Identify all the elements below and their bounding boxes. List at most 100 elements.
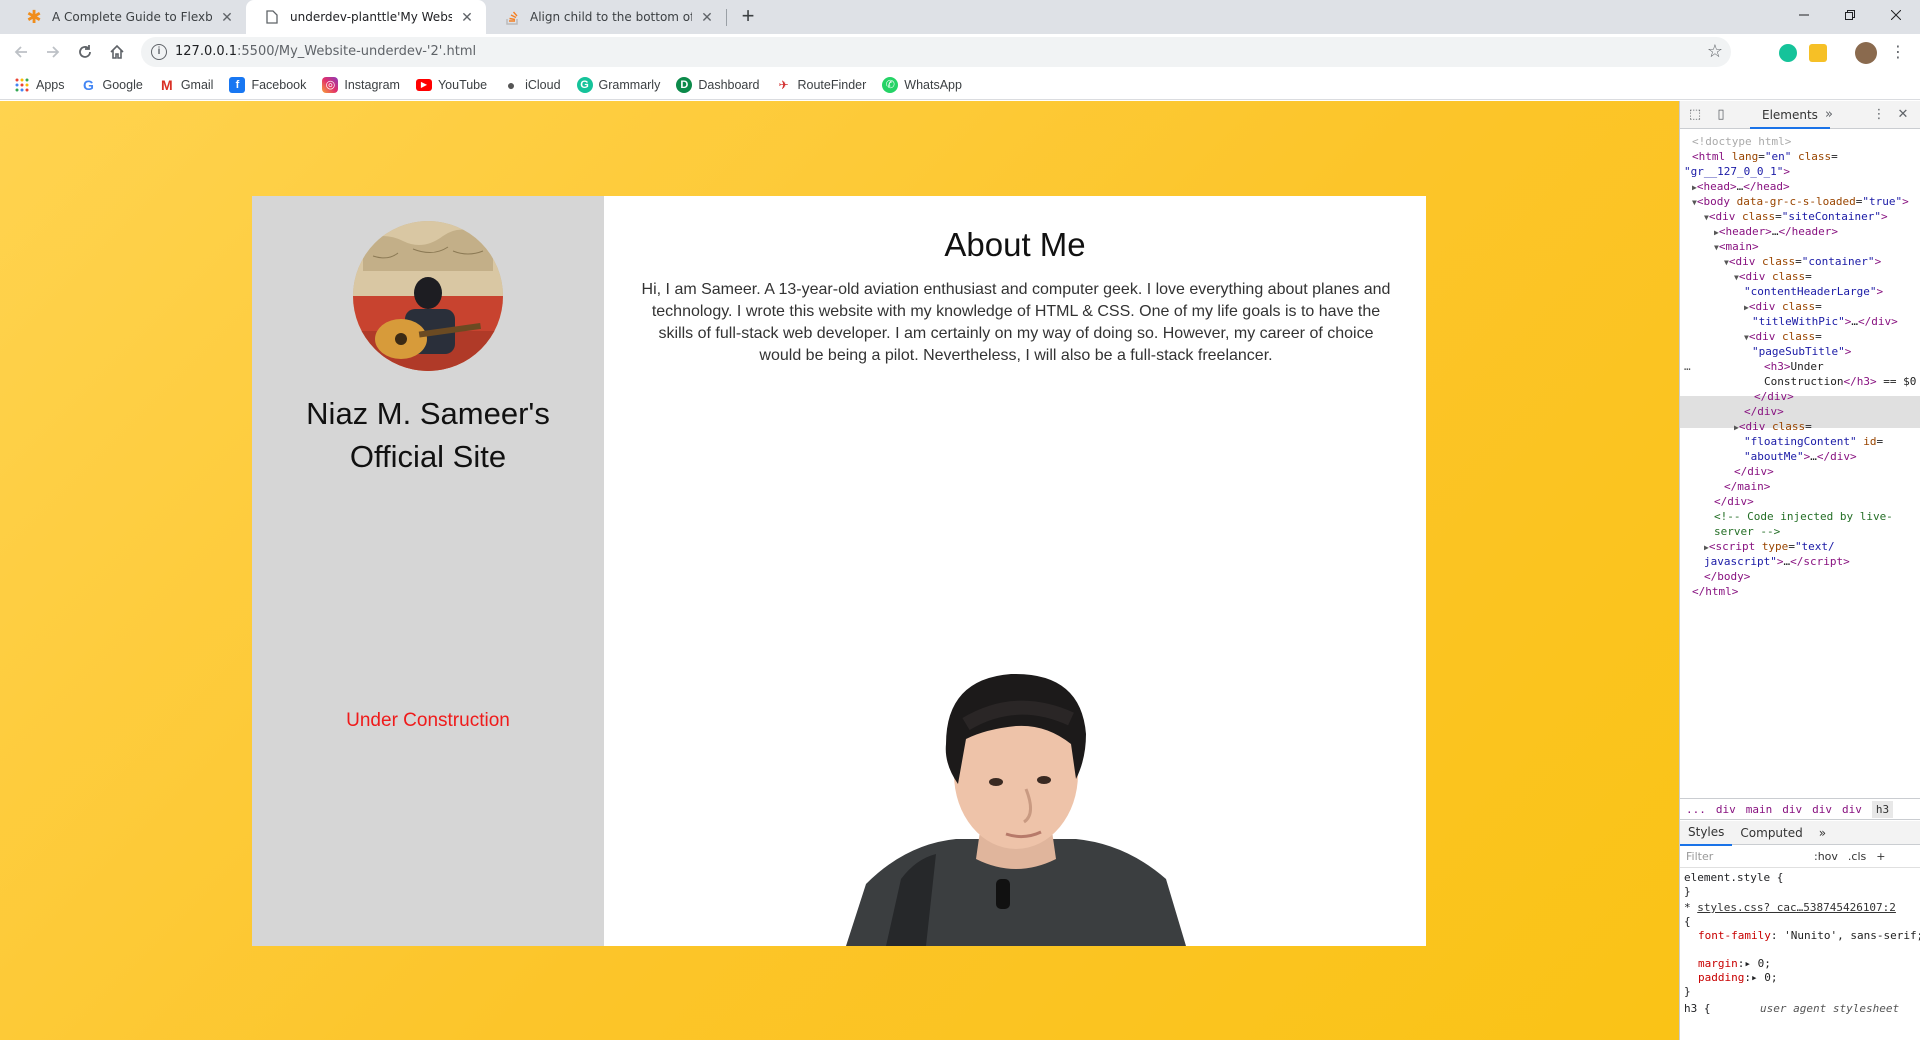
url-text[interactable]: 127.0.0.1:5500/My_Website-underdev-'2'.h… — [175, 44, 476, 59]
dom-line[interactable]: </body> — [1704, 569, 1750, 584]
margin-declaration[interactable]: margin:▸ 0; — [1698, 957, 1771, 971]
bookmark-label: RouteFinder — [797, 77, 867, 92]
grammarly-icon: G — [576, 76, 593, 93]
bookmark-dashboard[interactable]: D Dashboard — [676, 76, 760, 93]
devtools-menu-icon[interactable]: ⋮ — [1870, 106, 1888, 124]
dom-line[interactable]: </html> — [1692, 584, 1738, 599]
bookmark-label: Instagram — [344, 77, 400, 92]
dom-line-selected[interactable]: Construction</h3> == $0 — [1764, 374, 1916, 389]
dom-line[interactable]: <!doctype html> — [1692, 134, 1791, 149]
dom-line[interactable]: ▼<div class="container"> — [1724, 254, 1881, 270]
info-icon[interactable]: i — [151, 44, 167, 60]
font-family-value[interactable]: 'Nunito', sans-serif; — [1784, 929, 1920, 942]
tab-flexbox-guide[interactable]: ✱ A Complete Guide to Flexbox | C ✕ — [8, 0, 246, 34]
reload-button[interactable] — [72, 39, 98, 65]
close-devtools-icon[interactable]: ✕ — [1894, 106, 1912, 124]
breadcrumb-item[interactable]: main — [1746, 803, 1773, 816]
bookmark-routefinder[interactable]: ✈ RouteFinder — [776, 77, 867, 93]
dom-line[interactable]: <html lang="en" class= — [1692, 149, 1838, 164]
dom-line[interactable]: "titleWithPic">…</div> — [1752, 314, 1898, 329]
dom-line[interactable]: "pageSubTitle"> — [1752, 344, 1851, 359]
padding-declaration[interactable]: padding:▸ 0; — [1698, 971, 1777, 985]
hov-toggle[interactable]: :hov — [1814, 850, 1838, 863]
dom-line[interactable]: server --> — [1714, 524, 1780, 539]
bookmark-apps[interactable]: Apps — [14, 77, 65, 93]
dom-line[interactable]: ▶<div class= — [1734, 419, 1812, 435]
dom-line[interactable]: ▶<head>…</head> — [1692, 179, 1790, 195]
cls-toggle[interactable]: .cls — [1848, 850, 1866, 863]
dom-line[interactable]: <!-- Code injected by live- — [1714, 509, 1893, 524]
profile-avatar[interactable] — [1855, 42, 1877, 64]
bookmark-facebook[interactable]: f Facebook — [229, 76, 306, 93]
bookmark-gmail[interactable]: M Gmail — [159, 77, 214, 93]
dom-line[interactable]: "contentHeaderLarge"> — [1744, 284, 1883, 299]
close-icon[interactable]: ✕ — [218, 8, 236, 26]
breadcrumb-item[interactable]: ... — [1686, 803, 1706, 816]
address-bar[interactable]: i 127.0.0.1:5500/My_Website-underdev-'2'… — [141, 37, 1731, 67]
dom-line[interactable]: ▼<div class="siteContainer"> — [1704, 209, 1888, 225]
add-rule-icon[interactable]: + — [1876, 850, 1885, 863]
dom-line[interactable]: "gr__127_0_0_1"> — [1684, 164, 1790, 179]
minimize-button[interactable] — [1781, 0, 1827, 30]
dom-line[interactable]: "floatingContent" id= — [1744, 434, 1883, 449]
restore-button[interactable] — [1827, 0, 1873, 30]
bookmark-instagram[interactable]: ◎ Instagram — [322, 76, 400, 93]
dom-line[interactable]: </div> — [1754, 389, 1794, 404]
bookmark-star-icon[interactable]: ☆ — [1707, 41, 1723, 62]
forward-button[interactable] — [40, 39, 66, 65]
dom-line[interactable]: ▼<main> — [1714, 239, 1759, 255]
tab-my-website[interactable]: underdev-planttle'My Website'-c ✕ — [246, 0, 486, 34]
close-window-button[interactable] — [1873, 0, 1919, 30]
dom-line[interactable]: </div> — [1744, 404, 1784, 419]
dom-line[interactable]: </div> — [1734, 464, 1774, 479]
tab-styles[interactable]: Styles — [1680, 820, 1733, 846]
grammarly-extension-icon[interactable] — [1779, 44, 1797, 62]
ua-rule-selector[interactable]: h3 { — [1684, 1002, 1711, 1016]
bookmark-icloud[interactable]: ● iCloud — [503, 77, 561, 93]
menu-icon[interactable]: ⋮ — [1885, 39, 1911, 65]
element-style-rule[interactable]: element.style { — [1684, 871, 1783, 885]
tab-computed[interactable]: Computed — [1732, 821, 1810, 845]
close-icon[interactable]: ✕ — [698, 8, 716, 26]
font-family-declaration[interactable]: font-family: 'Nunito', sans-serif; — [1698, 929, 1920, 943]
bookmark-grammarly[interactable]: G Grammarly — [576, 76, 660, 93]
dom-line[interactable]: </main> — [1724, 479, 1770, 494]
device-toolbar-icon[interactable]: ▯ — [1712, 106, 1730, 124]
dom-line[interactable]: </div> — [1714, 494, 1754, 509]
breadcrumb-item-selected[interactable]: h3 — [1871, 800, 1894, 818]
filter-input[interactable]: Filter — [1686, 850, 1804, 863]
breadcrumb-item[interactable]: div — [1782, 803, 1802, 816]
more-tabs-icon[interactable]: » — [1820, 106, 1838, 124]
bookmark-google[interactable]: G Google — [81, 77, 143, 93]
margin-value[interactable]: 0; — [1758, 957, 1771, 970]
padding-value[interactable]: 0; — [1764, 971, 1777, 984]
breadcrumb-item[interactable]: div — [1716, 803, 1736, 816]
stackoverflow-icon — [504, 9, 520, 25]
back-button[interactable] — [8, 39, 34, 65]
avatar-guitar-photo — [353, 221, 503, 371]
inspect-element-icon[interactable]: ⬚ — [1686, 106, 1704, 124]
breadcrumb-item[interactable]: div — [1842, 803, 1862, 816]
dom-line[interactable]: ▶<script type="text/ — [1704, 539, 1835, 555]
dom-line[interactable]: ▶<header>…</header> — [1714, 224, 1838, 240]
dom-line[interactable]: ▼<div class= — [1734, 269, 1812, 285]
bookmark-whatsapp[interactable]: ✆ WhatsApp — [882, 76, 962, 93]
tab-elements[interactable]: Elements — [1750, 101, 1830, 129]
rule-source-link[interactable]: styles.css? cac…538745426107:2 — [1697, 901, 1896, 914]
breadcrumb-item[interactable]: div — [1812, 803, 1832, 816]
dom-line[interactable]: "aboutMe">…</div> — [1744, 449, 1857, 464]
dom-line[interactable]: ▶<div class= — [1744, 299, 1822, 315]
facebook-icon: f — [229, 76, 246, 93]
close-icon[interactable]: ✕ — [458, 8, 476, 26]
extension-icon[interactable] — [1809, 44, 1827, 62]
new-tab-button[interactable]: + — [736, 5, 760, 29]
more-tabs-icon[interactable]: » — [1811, 821, 1834, 845]
bookmark-youtube[interactable]: ▶ YouTube — [415, 78, 487, 92]
dom-line[interactable]: ▼<div class= — [1744, 329, 1822, 345]
dom-line[interactable]: ▼<body data-gr-c-s-loaded="true"> — [1692, 194, 1909, 210]
tab-stackoverflow[interactable]: Align child to the bottom of the ✕ — [486, 0, 726, 34]
dom-line[interactable]: javascript">…</script> — [1704, 554, 1850, 569]
dom-line-selected[interactable]: <h3>Under — [1764, 359, 1824, 374]
sidebar: Niaz M. Sameer's Official Site Under Con… — [252, 196, 604, 946]
home-button[interactable] — [104, 39, 130, 65]
